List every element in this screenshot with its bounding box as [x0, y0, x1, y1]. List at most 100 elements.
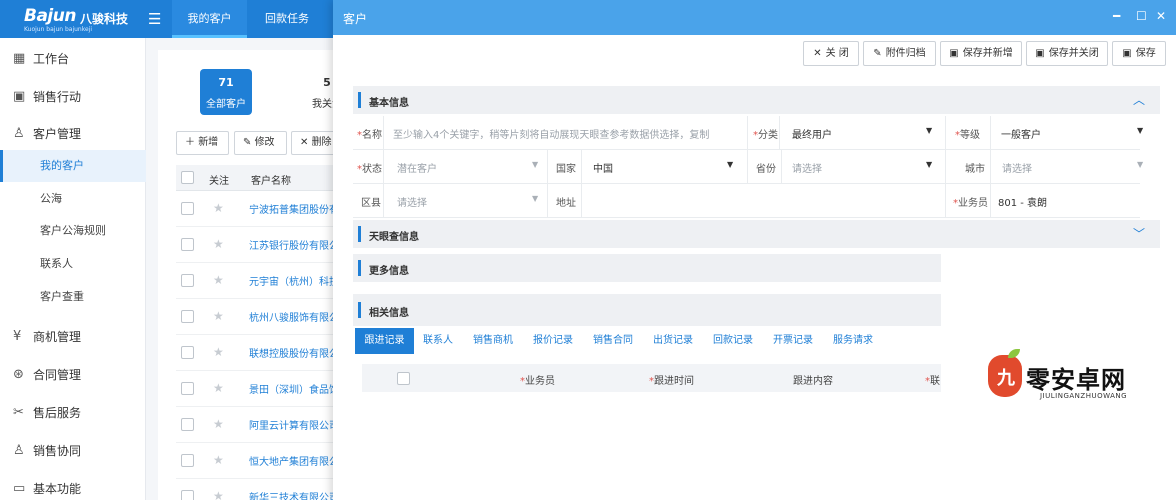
- sidebar-item-after-sales[interactable]: ✂ 售后服务: [0, 397, 146, 429]
- table-row[interactable]: ★ 景田（深圳）食品饮料集团有限公司: [176, 371, 338, 407]
- chevron-down-icon[interactable]: ▼: [532, 194, 538, 203]
- sidebar-subitem-my-customers[interactable]: 我的客户: [0, 150, 146, 182]
- save-and-new-button[interactable]: ▣ 保存并新增: [940, 41, 1022, 66]
- table-row[interactable]: ★ 阿里云计算有限公司: [176, 407, 338, 443]
- section-more-info[interactable]: 更多信息: [353, 254, 941, 282]
- customer-name-link[interactable]: 元宇宙（杭州）科技有限公司: [249, 273, 338, 288]
- sidebar-item-customer-management[interactable]: ♙ 客户管理: [0, 118, 146, 150]
- sidebar-item-opportunity[interactable]: ¥ 商机管理: [0, 321, 146, 353]
- stat-all-customers[interactable]: 71 全部客户: [200, 69, 252, 115]
- topnav-tab-my-customers[interactable]: 我的客户: [172, 0, 247, 38]
- customer-name-input[interactable]: 至少输入4个关键字，稍等片刻将自动展现天眼查参考数据供选择，复制: [393, 126, 743, 141]
- row-checkbox[interactable]: [181, 382, 194, 395]
- sidebar-item-sales-action[interactable]: ▣ 销售行动: [0, 81, 146, 113]
- chevron-down-icon[interactable]: ﹀: [1133, 225, 1145, 242]
- sidebar-item-basic-functions[interactable]: ▭ 基本功能: [0, 473, 146, 500]
- tab-opportunities[interactable]: 销售商机: [467, 328, 519, 354]
- close-window-icon[interactable]: ✕: [1156, 9, 1166, 23]
- sidebar-item-sales-collab[interactable]: ♙ 销售协同: [0, 435, 146, 467]
- table-row[interactable]: ★ 江苏银行股份有限公司: [176, 227, 338, 263]
- row-checkbox[interactable]: [181, 490, 194, 500]
- star-icon[interactable]: ★: [213, 489, 224, 500]
- row-checkbox[interactable]: [181, 418, 194, 431]
- sidebar-subitem-public-pool[interactable]: 公海: [0, 183, 146, 215]
- chevron-down-icon[interactable]: ▼: [926, 126, 932, 135]
- salesperson-field[interactable]: 801 - 袁朗: [998, 194, 1047, 209]
- chevron-down-icon[interactable]: ▼: [532, 160, 538, 169]
- tab-shipments[interactable]: 出货记录: [647, 328, 699, 354]
- star-icon[interactable]: ★: [213, 345, 224, 359]
- select-all-checkbox[interactable]: [181, 171, 194, 184]
- chevron-down-icon[interactable]: ▼: [926, 160, 932, 169]
- add-button[interactable]: ＋ 新增: [176, 131, 229, 155]
- section-tianyancha[interactable]: 天眼查信息 ﹀: [353, 220, 1160, 248]
- star-icon[interactable]: ★: [213, 453, 224, 467]
- tab-contracts[interactable]: 销售合同: [587, 328, 639, 354]
- menu-toggle-icon[interactable]: ☰: [148, 10, 161, 28]
- star-icon[interactable]: ★: [213, 309, 224, 323]
- sidebar-item-workbench[interactable]: ▦ 工作台: [0, 43, 146, 75]
- chevron-down-icon[interactable]: ▼: [727, 160, 733, 169]
- category-select[interactable]: 最终用户: [792, 126, 832, 141]
- chevron-down-icon[interactable]: ▼: [1137, 160, 1143, 169]
- star-icon[interactable]: ★: [213, 381, 224, 395]
- row-checkbox[interactable]: [181, 310, 194, 323]
- city-select[interactable]: 请选择: [1002, 160, 1032, 175]
- customer-name-link[interactable]: 宁波拓普集团股份有限公司: [249, 201, 338, 216]
- attachment-archive-button[interactable]: ✎ 附件归档: [863, 41, 936, 66]
- table-row[interactable]: ★ 元宇宙（杭州）科技有限公司: [176, 263, 338, 299]
- save-and-close-button[interactable]: ▣ 保存并关闭: [1026, 41, 1108, 66]
- customer-name-link[interactable]: 联想控股股份有限公司: [249, 345, 338, 360]
- tab-quotes[interactable]: 报价记录: [527, 328, 579, 354]
- row-checkbox[interactable]: [181, 238, 194, 251]
- related-table-header: *业务员 *跟进时间 跟进内容 *联: [362, 364, 941, 392]
- customer-name-link[interactable]: 杭州八骏服饰有限公司: [249, 309, 338, 324]
- row-checkbox[interactable]: [181, 274, 194, 287]
- customer-name-link[interactable]: 阿里云计算有限公司: [249, 417, 338, 432]
- edit-button[interactable]: ✎ 修改: [234, 131, 287, 155]
- table-row[interactable]: ★ 新华三技术有限公司: [176, 479, 338, 500]
- tab-invoices[interactable]: 开票记录: [767, 328, 819, 354]
- sidebar-subitem-duplicate-check[interactable]: 客户查重: [0, 281, 146, 313]
- star-icon[interactable]: ★: [213, 273, 224, 287]
- section-basic-info[interactable]: 基本信息 ︿: [353, 86, 1160, 114]
- tab-payments[interactable]: 回款记录: [707, 328, 759, 354]
- sidebar-item-contract[interactable]: ⊛ 合同管理: [0, 359, 146, 391]
- table-row[interactable]: ★ 联想控股股份有限公司: [176, 335, 338, 371]
- chevron-down-icon[interactable]: ▼: [1137, 126, 1143, 135]
- row-checkbox[interactable]: [181, 346, 194, 359]
- tab-follow-records[interactable]: 跟进记录: [355, 328, 414, 354]
- tab-contacts[interactable]: 联系人: [417, 328, 459, 354]
- close-button[interactable]: ✕ 关 闭: [803, 41, 859, 66]
- star-icon[interactable]: ★: [213, 417, 224, 431]
- customer-name-link[interactable]: 新华三技术有限公司: [249, 489, 338, 500]
- row-checkbox[interactable]: [181, 454, 194, 467]
- row-checkbox[interactable]: [181, 202, 194, 215]
- customer-name-link[interactable]: 江苏银行股份有限公司: [249, 237, 338, 252]
- select-all-checkbox[interactable]: [397, 372, 410, 385]
- table-row[interactable]: ★ 恒大地产集团有限公司: [176, 443, 338, 479]
- country-select[interactable]: 中国: [593, 160, 613, 175]
- delete-button[interactable]: ✕ 删除: [291, 131, 338, 155]
- district-select[interactable]: 请选择: [397, 194, 427, 209]
- table-row[interactable]: ★ 宁波拓普集团股份有限公司: [176, 191, 338, 227]
- tab-service-requests[interactable]: 服务请求: [827, 328, 879, 354]
- table-row[interactable]: ★ 杭州八骏服饰有限公司: [176, 299, 338, 335]
- minimize-icon[interactable]: ━: [1113, 9, 1120, 23]
- section-related-info: 相关信息: [353, 294, 941, 326]
- level-select[interactable]: 一般客户: [1001, 126, 1041, 141]
- sidebar-subitem-contacts[interactable]: 联系人: [0, 248, 146, 280]
- watermark-logo: 九: [988, 349, 1022, 397]
- star-icon[interactable]: ★: [213, 201, 224, 215]
- customer-name-link[interactable]: 恒大地产集团有限公司: [249, 453, 338, 468]
- chevron-up-icon[interactable]: ︿: [1133, 91, 1145, 108]
- maximize-icon[interactable]: ☐: [1136, 9, 1147, 23]
- customer-name-link[interactable]: 景田（深圳）食品饮料集团有限公司: [249, 381, 338, 396]
- address-input[interactable]: [591, 188, 941, 214]
- status-select[interactable]: 潜在客户: [397, 160, 437, 175]
- star-icon[interactable]: ★: [213, 237, 224, 251]
- save-button[interactable]: ▣ 保存: [1112, 41, 1166, 66]
- sidebar-subitem-pool-rules[interactable]: 客户公海规则: [0, 215, 146, 247]
- province-select[interactable]: 请选择: [792, 160, 822, 175]
- topnav-tab-payment-tasks[interactable]: 回款任务: [252, 0, 322, 38]
